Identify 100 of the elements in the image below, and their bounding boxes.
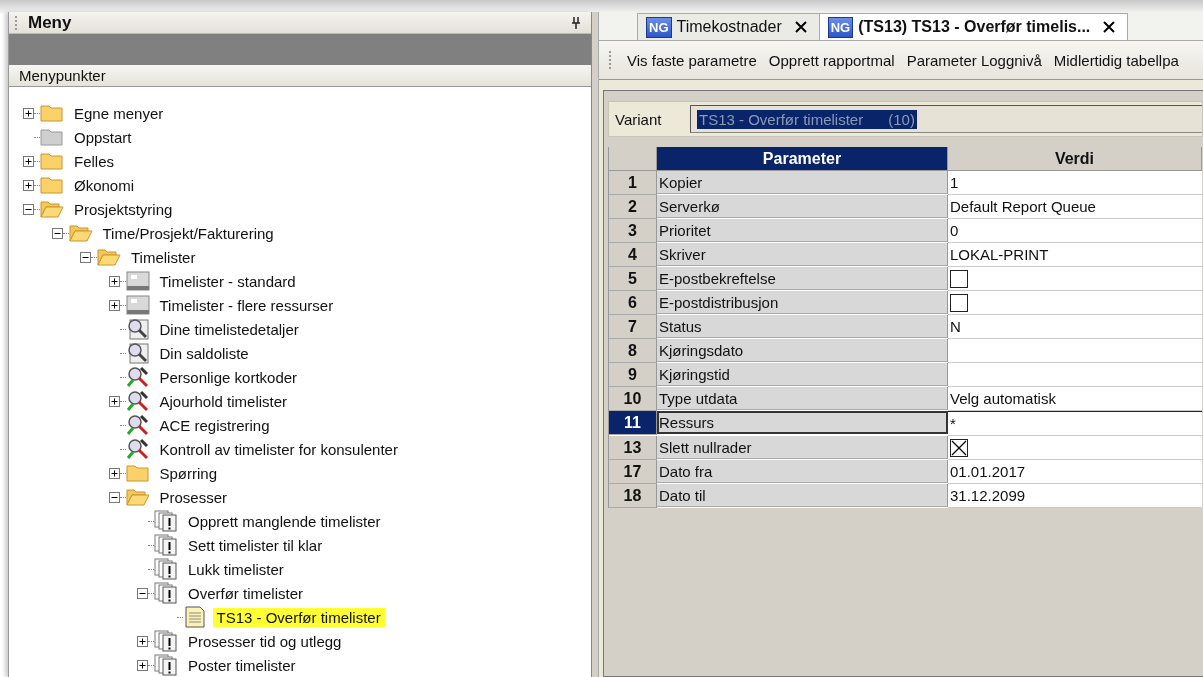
- expand-toggle[interactable]: [108, 467, 120, 479]
- table-cell: Skriver: [657, 243, 948, 266]
- table-cell: Slett nullrader: [657, 436, 948, 459]
- menu-item[interactable]: Poster timelister: [184, 655, 300, 675]
- row-number[interactable]: 4: [609, 243, 657, 267]
- open-folder-icon: [40, 199, 64, 219]
- menu-item[interactable]: Spørring: [155, 463, 222, 483]
- checkbox[interactable]: [950, 438, 968, 457]
- menu-item[interactable]: Sett timelister til klar: [184, 535, 327, 555]
- menu-item[interactable]: TS13 - Overfør timelister: [212, 607, 385, 627]
- menu-item[interactable]: Egne menyer: [70, 103, 168, 123]
- variant-label: Variant: [614, 110, 663, 128]
- table-cell: Dato til: [657, 484, 948, 507]
- close-icon[interactable]: [1103, 21, 1116, 33]
- pages-warning-icon: [154, 558, 178, 580]
- expand-toggle[interactable]: [23, 155, 34, 167]
- toolbar-button[interactable]: Parameter Loggnivå: [900, 49, 1048, 71]
- menu-item[interactable]: Oppstart: [70, 127, 136, 147]
- row-number[interactable]: 3: [609, 219, 657, 243]
- magnifier-hammer-icon: [125, 366, 150, 388]
- folder-icon: [125, 463, 150, 483]
- menu-item[interactable]: Timelister - standard: [155, 271, 300, 291]
- row-number[interactable]: 1: [609, 171, 657, 195]
- row-number[interactable]: 17: [609, 460, 657, 484]
- pages-warning-icon: [154, 510, 178, 532]
- checkbox[interactable]: [950, 269, 968, 288]
- table-cell: Ressurs: [657, 411, 948, 434]
- row-number[interactable]: 9: [609, 363, 657, 387]
- collapse-toggle[interactable]: [23, 203, 34, 215]
- magnifier-hammer-icon: [125, 438, 150, 460]
- table-cell: Type utdata: [657, 387, 948, 410]
- menu-item[interactable]: Time/Prosjekt/Fakturering: [98, 223, 278, 243]
- table-cell[interactable]: *: [948, 411, 1202, 436]
- folder-icon: [40, 103, 64, 123]
- expand-toggle[interactable]: [108, 299, 120, 311]
- folder-icon: [40, 127, 64, 147]
- menu-item[interactable]: Ajourhold timelister: [155, 391, 292, 411]
- folder-icon: [40, 175, 64, 195]
- menu-item[interactable]: Timelister: [127, 247, 200, 267]
- row-number[interactable]: 2: [609, 195, 657, 219]
- pages-warning-icon: [154, 630, 178, 652]
- menu-item[interactable]: Prosjektstyring: [70, 199, 177, 219]
- menu-item[interactable]: Felles: [70, 151, 118, 171]
- magnifier-icon: [125, 342, 150, 364]
- row-number[interactable]: 13: [609, 436, 657, 460]
- menu-item[interactable]: Prosesser: [155, 487, 232, 507]
- table-cell: Status: [657, 315, 948, 338]
- document-tab[interactable]: NG (TS13) TS13 - Overfør timelis...: [818, 13, 1129, 40]
- row-number[interactable]: 7: [609, 315, 657, 339]
- expand-toggle[interactable]: [108, 275, 120, 287]
- pages-warning-icon: [154, 534, 178, 556]
- magnifier-hammer-icon: [125, 414, 150, 436]
- checkbox[interactable]: [950, 293, 968, 312]
- collapse-toggle[interactable]: [108, 491, 120, 503]
- document-tab[interactable]: NG Timekostnader: [637, 13, 820, 40]
- collapse-toggle[interactable]: [137, 587, 148, 599]
- expand-toggle[interactable]: [23, 107, 34, 119]
- row-number[interactable]: 10: [609, 387, 657, 411]
- magnifier-icon: [125, 318, 150, 340]
- table-cell: Kjøringsdato: [657, 339, 948, 362]
- toolbar-button[interactable]: Opprett rapportmal: [762, 49, 901, 71]
- expand-toggle[interactable]: [137, 659, 148, 671]
- menu-item[interactable]: Økonomi: [70, 175, 139, 195]
- document-icon: [182, 606, 207, 628]
- expand-toggle[interactable]: [137, 635, 148, 647]
- menu-item[interactable]: Overfør timelister: [184, 583, 307, 603]
- column-header[interactable]: Verdi: [948, 147, 1202, 171]
- toolbar-button[interactable]: Vis faste parametre: [621, 49, 763, 71]
- open-folder-icon: [125, 487, 150, 507]
- menu-item[interactable]: Opprett manglende timelister: [184, 511, 385, 531]
- expand-toggle[interactable]: [108, 395, 120, 407]
- open-folder-icon: [97, 247, 121, 267]
- table-cell: Kjøringstid: [657, 363, 948, 386]
- row-number[interactable]: 5: [609, 267, 657, 291]
- menu-item[interactable]: Personlige kortkoder: [155, 367, 302, 387]
- folder-icon: [40, 151, 64, 171]
- table-cell: E-postdistribusjon: [657, 291, 948, 314]
- panel-title: Meny: [28, 12, 73, 33]
- menu-item[interactable]: ACE registrering: [155, 415, 274, 435]
- row-number[interactable]: 18: [609, 484, 657, 508]
- menu-item[interactable]: Din saldoliste: [155, 343, 253, 363]
- pin-icon[interactable]: [571, 16, 581, 29]
- table-cell: E-postbekreftelse: [657, 267, 948, 290]
- menu-item[interactable]: Dine timelistedetaljer: [155, 319, 303, 339]
- menu-item[interactable]: Prosesser tid og utlegg: [184, 631, 346, 651]
- collapse-toggle[interactable]: [51, 227, 63, 239]
- collapse-toggle[interactable]: [80, 251, 91, 263]
- menu-item[interactable]: Timelister - flere ressurser: [155, 295, 338, 315]
- row-number[interactable]: 11: [609, 411, 657, 435]
- column-header[interactable]: Parameter: [657, 147, 948, 171]
- menu-item[interactable]: Lukk timelister: [184, 559, 288, 579]
- pages-warning-icon: [154, 582, 178, 604]
- expand-toggle[interactable]: [23, 179, 34, 191]
- variant-field[interactable]: TS13 - Overfør timelister (10): [690, 105, 1202, 133]
- table-cell: Kopier: [657, 171, 948, 194]
- menu-item[interactable]: Kontroll av timelister for konsulenter: [155, 439, 402, 459]
- row-number[interactable]: 8: [609, 339, 657, 363]
- toolbar-button[interactable]: Midlertidig tabellpa: [1047, 49, 1185, 71]
- row-number[interactable]: 6: [609, 291, 657, 315]
- close-icon[interactable]: [794, 21, 807, 33]
